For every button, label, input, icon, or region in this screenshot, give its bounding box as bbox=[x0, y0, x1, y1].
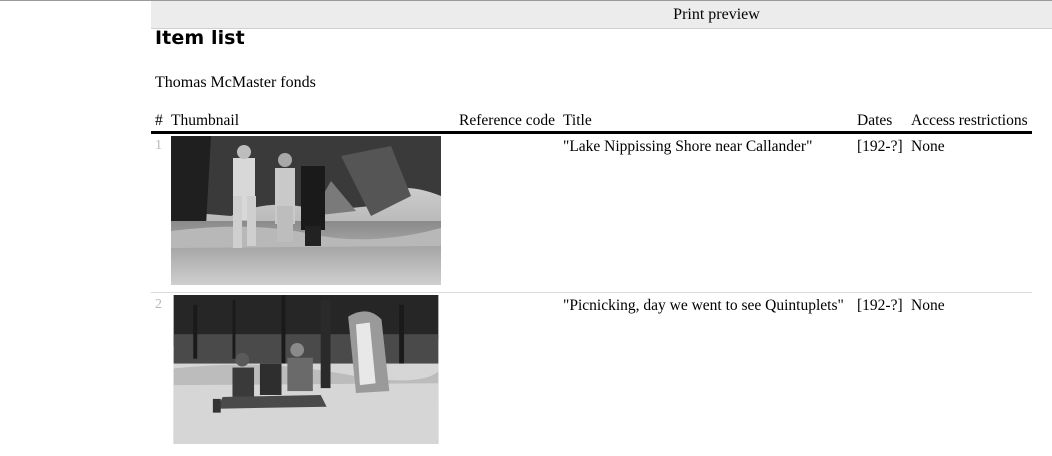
reference-code-cell bbox=[453, 133, 559, 293]
print-preview-tab[interactable]: Print preview bbox=[151, 0, 1052, 29]
page-title: Item list bbox=[155, 27, 245, 49]
divider bbox=[0, 0, 151, 1]
item-list-table: # Thumbnail Reference code Title Dates A… bbox=[151, 110, 1032, 456]
table-row: 2 bbox=[151, 293, 1032, 456]
thumbnail-image[interactable] bbox=[171, 136, 441, 285]
row-number: 2 bbox=[151, 293, 167, 456]
header-dates: Dates bbox=[853, 110, 907, 133]
title-cell: "Lake Nippissing Shore near Callander" bbox=[559, 133, 853, 293]
header-access-restrictions: Access restrictions bbox=[907, 110, 1032, 133]
header-title: Title bbox=[559, 110, 853, 133]
header-reference-code: Reference code bbox=[453, 110, 559, 133]
fonds-name: Thomas McMaster fonds bbox=[155, 74, 316, 92]
print-preview-label: Print preview bbox=[151, 6, 1052, 24]
table-header-row: # Thumbnail Reference code Title Dates A… bbox=[151, 110, 1032, 133]
thumbnail-cell bbox=[167, 133, 453, 293]
thumbnail-cell bbox=[167, 293, 453, 456]
print-preview-bar: Print preview bbox=[0, 0, 1052, 30]
dates-cell: [192-?] bbox=[853, 293, 907, 456]
reference-code-cell bbox=[453, 293, 559, 456]
access-cell: None bbox=[907, 293, 1032, 456]
table-row: 1 bbox=[151, 133, 1032, 293]
access-cell: None bbox=[907, 133, 1032, 293]
header-number: # bbox=[151, 110, 167, 133]
title-cell: "Picnicking, day we went to see Quintupl… bbox=[559, 293, 853, 456]
dates-cell: [192-?] bbox=[853, 133, 907, 293]
thumbnail-image[interactable] bbox=[171, 295, 441, 444]
header-thumbnail: Thumbnail bbox=[167, 110, 453, 133]
row-number: 1 bbox=[151, 133, 167, 293]
